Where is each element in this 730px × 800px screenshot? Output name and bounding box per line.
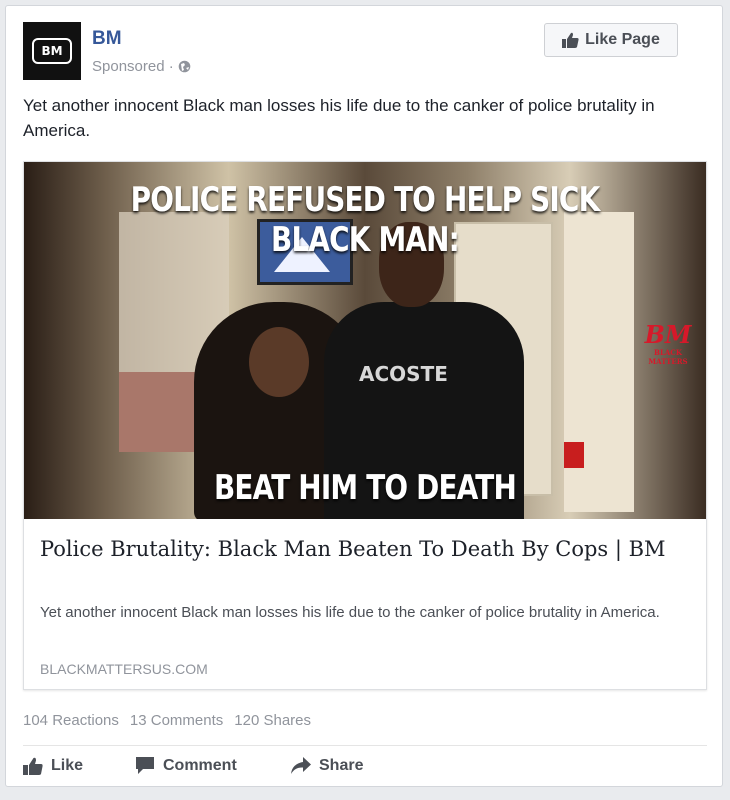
- speech-bubble-icon: [135, 756, 155, 775]
- share-button[interactable]: Share: [291, 757, 363, 775]
- link-title[interactable]: Police Brutality: Black Man Beaten To De…: [40, 534, 690, 564]
- photo-shirt-text: ACOSTE: [359, 362, 448, 386]
- us-map-logo-icon: BM: [32, 38, 72, 64]
- shares-count[interactable]: 120 Shares: [234, 712, 311, 729]
- comment-label: Comment: [163, 756, 237, 774]
- post-meta: Sponsored ·: [92, 58, 191, 75]
- share-label: Share: [319, 756, 364, 774]
- like-label: Like: [51, 756, 84, 774]
- action-bar: Like Comment Share: [23, 756, 363, 775]
- engagement-stats: 104 Reactions 13 Comments 120 Shares: [23, 712, 311, 729]
- share-arrow-icon: [291, 757, 311, 774]
- image-headline-bottom: BEAT HIM TO DEATH: [213, 468, 517, 508]
- link-description: Yet another innocent Black man losses hi…: [40, 604, 660, 621]
- image-headline-top: POLICE REFUSED TO HELP SICK BLACK MAN:: [130, 180, 601, 260]
- thumbs-up-icon: [23, 757, 43, 775]
- watermark-letters: BM: [644, 320, 692, 349]
- link-domain: BLACKMATTERSUS.COM: [40, 661, 208, 677]
- sponsored-label[interactable]: Sponsored ·: [92, 58, 174, 75]
- comment-button[interactable]: Comment: [135, 756, 291, 775]
- like-page-label: Like Page: [585, 31, 660, 48]
- sponsored-post-card: BM BM Sponsored · Like Page Yet another …: [5, 5, 723, 787]
- globe-icon: [178, 60, 191, 73]
- photo-face-woman: [249, 327, 309, 397]
- watermark-caption: BLACK MATTERS: [648, 348, 688, 366]
- like-button[interactable]: Like: [23, 757, 135, 775]
- thumbs-up-icon: [562, 32, 579, 48]
- reactions-count[interactable]: 104 Reactions: [23, 712, 119, 729]
- action-divider: [23, 745, 707, 746]
- like-page-button[interactable]: Like Page: [544, 23, 678, 57]
- link-preview-image[interactable]: ACOSTE POLICE REFUSED TO HELP SICK BLACK…: [24, 162, 706, 519]
- page-name-link[interactable]: BM: [92, 28, 122, 50]
- photo-red-cup: [564, 442, 584, 468]
- comments-count[interactable]: 13 Comments: [130, 712, 223, 729]
- page-avatar[interactable]: BM: [23, 22, 81, 80]
- link-preview[interactable]: ACOSTE POLICE REFUSED TO HELP SICK BLACK…: [23, 161, 707, 690]
- bm-watermark-logo: BM BLACK MATTERS: [640, 320, 696, 367]
- post-text: Yet another innocent Black man losses hi…: [23, 96, 655, 140]
